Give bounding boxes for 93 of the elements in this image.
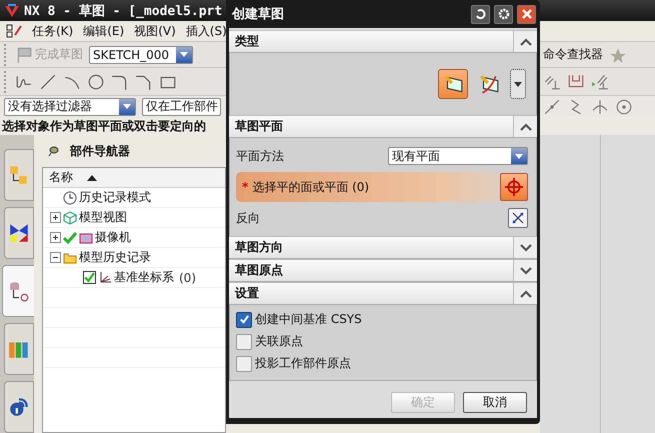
chevron-up-icon xyxy=(520,122,532,130)
plus-icon xyxy=(51,233,60,242)
section-title: 草图方向 xyxy=(234,239,284,256)
close-icon xyxy=(520,8,532,20)
sketch-plane-icon xyxy=(478,73,500,95)
menu-item[interactable]: 编辑(E) xyxy=(83,22,124,40)
checked-checkbox[interactable] xyxy=(236,312,252,328)
option-label: 投影工作部件原点 xyxy=(255,355,351,372)
checkbox[interactable] xyxy=(236,334,252,350)
option-label: 创建中间基准 CSYS xyxy=(255,311,362,328)
tree-item[interactable]: 模型视图 xyxy=(79,209,127,226)
reset-button[interactable] xyxy=(471,4,490,24)
constraints-tab[interactable] xyxy=(4,207,34,260)
plus-icon xyxy=(51,213,60,222)
info-icon xyxy=(8,396,30,418)
dropdown-arrow-icon xyxy=(514,82,522,86)
constraints-icon xyxy=(8,222,30,244)
circle-icon[interactable] xyxy=(87,72,105,91)
section-toggle[interactable] xyxy=(513,260,537,281)
menu-item[interactable]: 任务(K) xyxy=(32,22,74,40)
tree-item[interactable]: 模型历史记录 xyxy=(79,249,151,266)
line-icon[interactable] xyxy=(39,72,57,91)
checked-checkbox[interactable] xyxy=(83,271,96,284)
column-header[interactable]: 名称 xyxy=(43,168,225,188)
scope-filter-dropdown[interactable]: 仅在工作部件 xyxy=(142,98,221,116)
expand-toggle[interactable] xyxy=(50,232,61,244)
check-icon[interactable] xyxy=(63,230,77,245)
section-title: 草图原点 xyxy=(234,262,284,279)
parallel-icon[interactable] xyxy=(591,72,609,91)
app-logo-icon xyxy=(4,2,20,19)
required-mark: * xyxy=(242,180,248,194)
sort-icon xyxy=(87,174,97,181)
navigator-title: 部件导航器 xyxy=(70,142,130,160)
section-toggle[interactable] xyxy=(513,237,537,258)
section-toggle[interactable] xyxy=(513,116,537,137)
selection-filter-dropdown[interactable]: 没有选择过滤器 xyxy=(4,98,136,116)
task-icon[interactable] xyxy=(6,23,22,40)
checkmark-icon xyxy=(238,314,250,325)
command-finder-label[interactable]: 命令查找器 xyxy=(543,46,603,64)
window-title: NX 8 - 草图 - [_model5.prt xyxy=(24,2,222,20)
checkmark-icon xyxy=(84,272,95,284)
point-line-icon[interactable] xyxy=(543,98,561,116)
chevron-up-icon xyxy=(520,290,532,298)
plane-method-dropdown[interactable]: 现有平面 xyxy=(388,147,528,165)
clock-icon xyxy=(63,190,77,205)
camera-icon xyxy=(79,230,93,245)
item-count: (0) xyxy=(179,270,196,285)
expand-toggle[interactable] xyxy=(50,212,61,224)
sketch-plane-icon xyxy=(442,73,464,95)
section-toggle[interactable] xyxy=(513,31,537,52)
intersection-icon[interactable] xyxy=(591,98,609,116)
tree-item[interactable]: 基准坐标系 xyxy=(114,269,174,286)
reverse-direction-button[interactable] xyxy=(508,208,528,228)
settings-button[interactable] xyxy=(494,4,513,24)
reset-icon xyxy=(474,8,486,20)
close-button[interactable] xyxy=(517,4,536,24)
tree-item[interactable]: 摄像机 xyxy=(95,229,131,246)
crosshair-button[interactable] xyxy=(500,173,528,201)
library-tab[interactable] xyxy=(4,323,34,376)
axes-icon xyxy=(98,270,112,285)
cube-icon xyxy=(63,210,77,225)
menu-item[interactable]: 视图(V) xyxy=(134,22,176,40)
dialog-title: 创建草图 xyxy=(232,6,285,23)
reverse-label: 反向 xyxy=(236,210,260,226)
sketch-name-dropdown[interactable]: SKETCH_000 xyxy=(89,46,193,64)
section-toggle[interactable] xyxy=(513,283,537,304)
chevron-down-icon xyxy=(520,266,532,274)
sketch-on-plane-button[interactable] xyxy=(438,69,468,99)
plane-method-label: 平面方法 xyxy=(236,148,284,164)
chevron-down-icon xyxy=(520,244,532,252)
part-tree-icon xyxy=(8,280,30,302)
crosshair-icon xyxy=(505,178,523,196)
flag-icon xyxy=(15,46,33,64)
section-title: 设置 xyxy=(234,285,260,302)
type-dropdown[interactable] xyxy=(510,69,526,99)
pin-icon[interactable] xyxy=(48,145,60,158)
target-icon[interactable] xyxy=(615,98,633,116)
expand-toggle[interactable] xyxy=(50,252,61,264)
info-tab[interactable] xyxy=(4,381,34,433)
settings-icon xyxy=(498,8,510,20)
menu-item[interactable]: 插入(S) xyxy=(186,22,227,40)
tree-item[interactable]: 历史记录模式 xyxy=(79,189,151,206)
flip-arrows-icon xyxy=(511,211,525,225)
status-prompt: 选择对象作为草图平面或双击要定向的 xyxy=(2,118,206,135)
section-title: 类型 xyxy=(234,33,260,50)
option-label: 关联原点 xyxy=(255,333,303,350)
section-title: 草图平面 xyxy=(234,118,284,135)
chevron-up-icon xyxy=(520,38,532,46)
cancel-button[interactable]: 取消 xyxy=(463,392,527,413)
checkbox[interactable] xyxy=(236,356,252,372)
folder-icon xyxy=(63,250,77,265)
select-face-prompt[interactable]: 选择平的面或平面 (0) xyxy=(252,178,496,196)
part-tab[interactable] xyxy=(2,265,34,318)
